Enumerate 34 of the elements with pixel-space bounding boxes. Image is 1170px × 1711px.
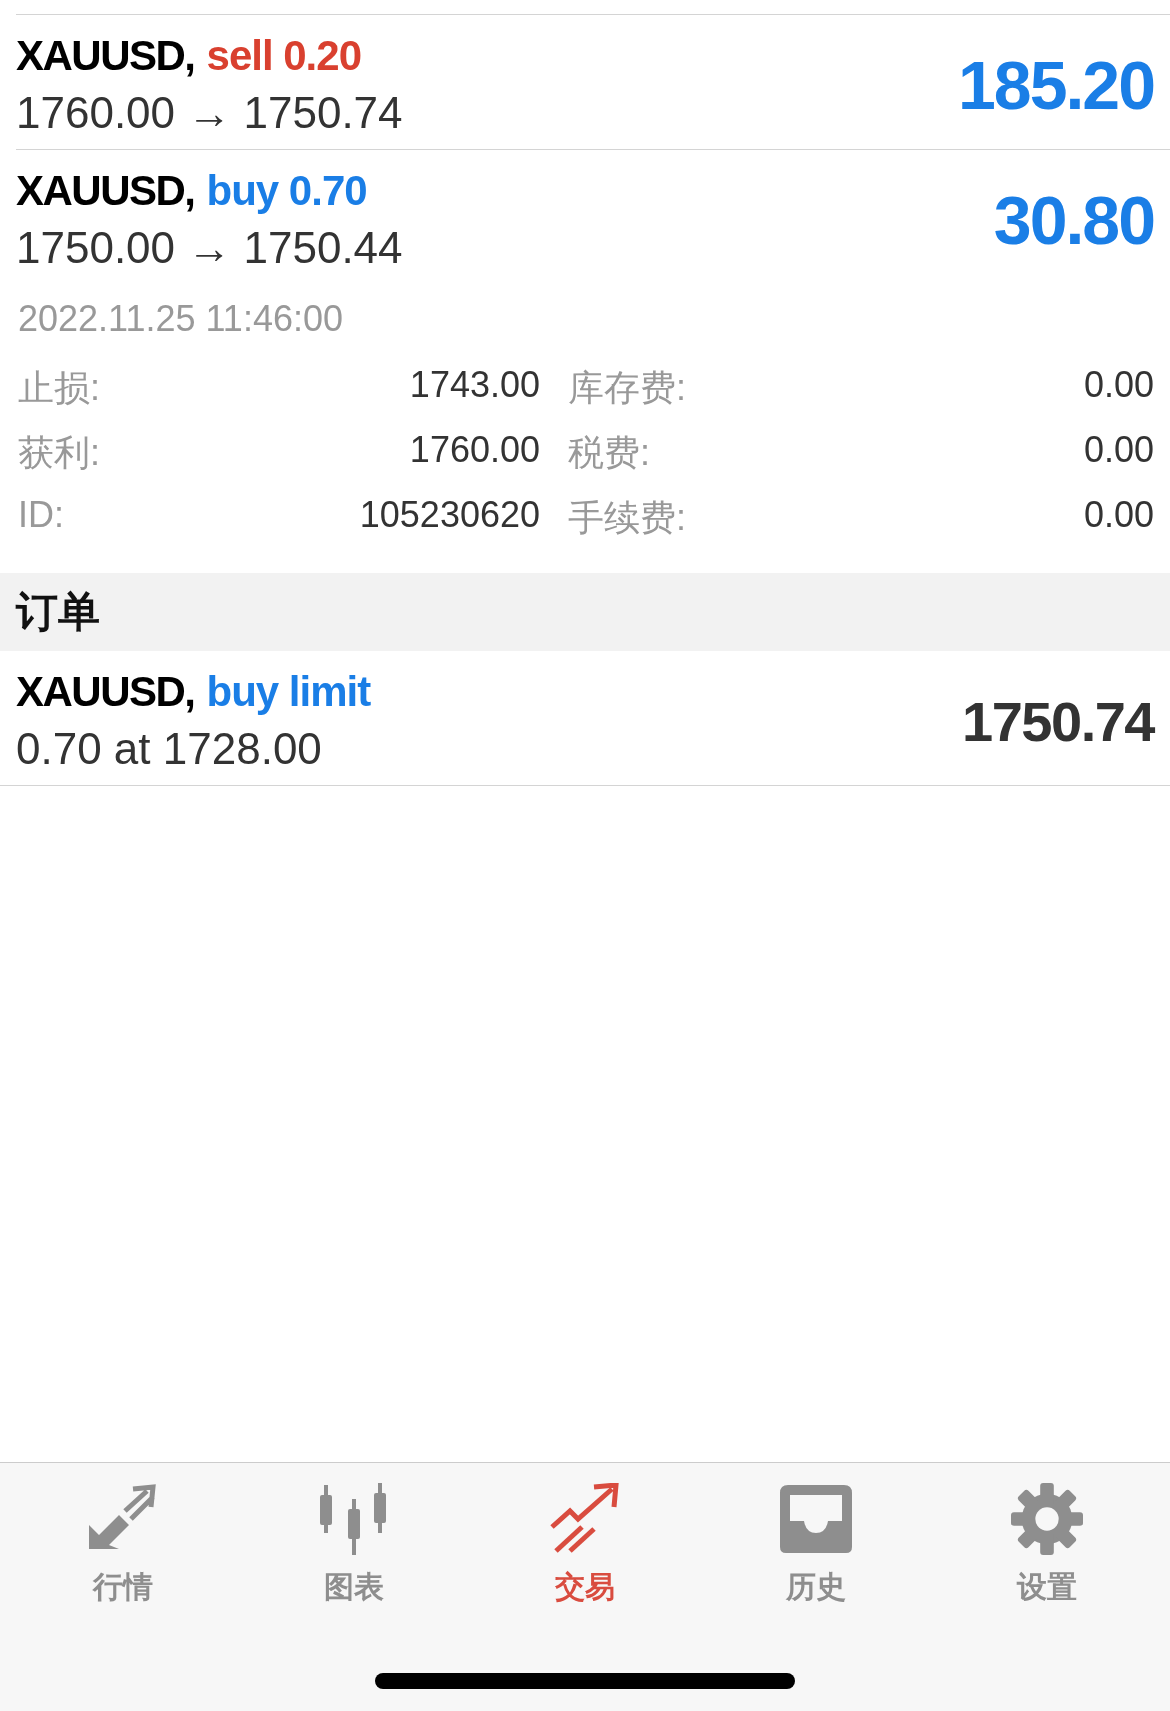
- tab[interactable]: 设置: [961, 1483, 1132, 1608]
- tab[interactable]: 交易: [500, 1483, 670, 1608]
- section-header: 订单: [0, 573, 1170, 651]
- detail-label: 库存费:: [568, 366, 687, 410]
- settings-icon: [1009, 1483, 1084, 1555]
- tab[interactable]: 图表: [269, 1483, 440, 1608]
- open-time: 2022.11.25 11:46:00: [18, 298, 344, 340]
- symbol-label: XAUUSD,: [16, 32, 195, 80]
- order-type: buy limit: [206, 668, 371, 716]
- inbox-icon: [777, 1483, 854, 1555]
- price-change: 1760.00 → 1750.74: [16, 88, 403, 138]
- detail-value: 0.00: [1082, 429, 1154, 472]
- detail-label: 手续费:: [568, 496, 687, 540]
- detail-value: 1743.00: [408, 364, 540, 407]
- current-price: 1750.74: [962, 688, 1154, 754]
- detail-label: 获利:: [18, 431, 101, 475]
- symbol-label: XAUUSD,: [16, 167, 195, 215]
- tab[interactable]: 行情: [38, 1483, 209, 1608]
- profit-value: 30.80: [993, 181, 1154, 259]
- profit-value: 185.20: [958, 46, 1154, 124]
- symbol-label: XAUUSD,: [16, 668, 195, 716]
- detail-value: 0.00: [1082, 494, 1154, 537]
- trade-action: buy 0.70: [206, 167, 367, 215]
- trend-arrow-icon: [548, 1483, 622, 1555]
- detail-value: 0.00: [1082, 364, 1154, 407]
- detail-label: 止损:: [18, 366, 101, 410]
- order-volume-price: 0.70 at 1728.00: [16, 724, 323, 774]
- detail-value: 1760.00: [408, 429, 540, 472]
- price-change: 1750.00 → 1750.44: [16, 223, 403, 273]
- detail-label: ID:: [18, 494, 65, 537]
- tab[interactable]: 历史: [730, 1483, 901, 1608]
- detail-label: 税费:: [568, 431, 651, 475]
- trade-action: sell 0.20: [206, 32, 361, 80]
- detail-value: 105230620: [358, 494, 540, 537]
